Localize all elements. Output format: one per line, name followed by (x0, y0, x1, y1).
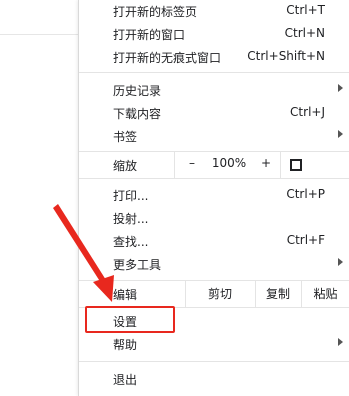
chevron-right-icon (338, 84, 343, 92)
zoom-level: 100% (211, 156, 247, 170)
menu-item-label: 历史记录 (113, 84, 162, 98)
menu-item-label: 打开新的窗口 (113, 28, 186, 42)
menu-item-shortcut: Ctrl+J (290, 105, 325, 119)
menu-item-new-tab[interactable]: 打开新的标签页 Ctrl+T (79, 0, 349, 22)
menu-item-downloads[interactable]: 下载内容 Ctrl+J (79, 102, 349, 124)
menu-item-label: 更多工具 (113, 258, 162, 272)
menu-item-label: 退出 (113, 373, 138, 387)
zoom-divider (280, 152, 281, 178)
menu-item-label: 打印... (113, 189, 149, 203)
paste-button[interactable]: 粘贴 (301, 285, 349, 302)
menu-item-shortcut: Ctrl+P (286, 187, 325, 201)
chevron-right-icon (338, 258, 343, 266)
menu-item-label: 投射... (113, 212, 149, 226)
zoom-in-button[interactable]: + (257, 156, 275, 170)
page-background (0, 0, 78, 396)
menu-item-bookmarks[interactable]: 书签 (79, 125, 349, 147)
menu-item-more-tools[interactable]: 更多工具 (79, 253, 349, 275)
fullscreen-icon[interactable] (290, 159, 302, 171)
menu-item-find[interactable]: 查找... Ctrl+F (79, 230, 349, 252)
menu-item-label: 打开新的标签页 (113, 5, 198, 19)
menu-item-label: 帮助 (113, 338, 138, 352)
chevron-right-icon (338, 130, 343, 138)
edit-label: 编辑 (113, 288, 138, 302)
menu-item-label: 查找... (113, 235, 149, 249)
menu-item-shortcut: Ctrl+T (286, 3, 325, 17)
zoom-out-button[interactable]: – (183, 156, 201, 170)
zoom-label: 缩放 (113, 159, 138, 173)
menu-item-label: 打开新的无痕式窗口 (113, 51, 222, 65)
menu-separator (79, 361, 349, 362)
menu-separator (79, 178, 349, 179)
menu-item-shortcut: Ctrl+Shift+N (247, 49, 325, 63)
chevron-right-icon (338, 338, 343, 346)
menu-item-help[interactable]: 帮助 (79, 333, 349, 355)
cut-button[interactable]: 剪切 (185, 285, 255, 302)
menu-item-shortcut: Ctrl+F (286, 233, 325, 247)
menu-item-label: 下载内容 (113, 107, 162, 121)
menu-separator (79, 72, 349, 73)
menu-item-history[interactable]: 历史记录 (79, 79, 349, 101)
menu-item-exit[interactable]: 退出 (79, 368, 349, 390)
copy-button[interactable]: 复制 (255, 285, 301, 302)
browser-main-menu: 打开新的标签页 Ctrl+T 打开新的窗口 Ctrl+N 打开新的无痕式窗口 C… (78, 0, 349, 396)
menu-item-cast[interactable]: 投射... (79, 207, 349, 229)
menu-item-shortcut: Ctrl+N (284, 26, 325, 40)
edit-row: 编辑 剪切 复制 粘贴 (79, 281, 349, 307)
menu-item-print[interactable]: 打印... Ctrl+P (79, 184, 349, 206)
menu-item-new-incognito-window[interactable]: 打开新的无痕式窗口 Ctrl+Shift+N (79, 46, 349, 68)
menu-item-label: 书签 (113, 130, 138, 144)
page-divider (0, 34, 78, 35)
zoom-divider (174, 152, 175, 178)
highlight-box (85, 306, 175, 333)
menu-item-new-window[interactable]: 打开新的窗口 Ctrl+N (79, 23, 349, 45)
zoom-row: 缩放 – 100% + (79, 152, 349, 178)
